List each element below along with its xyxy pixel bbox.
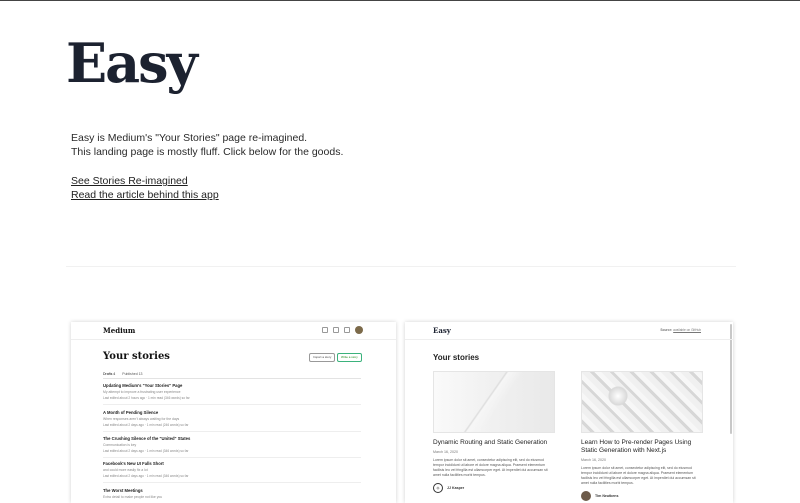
read-article-link[interactable]: Read the article behind this app — [71, 188, 219, 202]
intro-text: Easy is Medium's "Your Stories" page re-… — [71, 131, 343, 159]
card-author: Tim Neutkens — [581, 491, 703, 501]
import-story-button: Import a story — [309, 353, 336, 362]
story-card: Dynamic Routing and Static Generation Ma… — [433, 371, 555, 493]
github-link: available on GitHub — [673, 328, 701, 332]
story-meta: Last edited about 2 hours ago · 1 min re… — [103, 396, 190, 400]
site-logo: Easy — [66, 31, 198, 95]
list-item: A Month of Pending Silence When response… — [103, 410, 361, 432]
medium-tabs: Drafts 4 Published 13 — [103, 372, 143, 376]
card-excerpt: Lorem ipsum dolor sit amet, consectetur … — [433, 458, 548, 477]
medium-header: Medium — [71, 322, 396, 340]
intro-line-1: Easy is Medium's "Your Stories" page re-… — [71, 132, 308, 144]
story-subtitle: Communication is key — [103, 443, 137, 447]
top-border — [0, 0, 800, 1]
bookmark-icon — [333, 327, 339, 333]
scrollbar — [730, 324, 732, 434]
easy-preview-screenshot: Easy Source: available on GitHub Your st… — [405, 322, 733, 503]
list-item: The Worst Meetings Extra detail to make … — [103, 488, 361, 499]
story-meta: Last edited about 2 days ago · 1 min rea… — [103, 423, 189, 427]
bell-icon — [344, 327, 350, 333]
card-image — [581, 371, 703, 433]
section-divider — [66, 266, 736, 267]
story-meta: Last edited about 2 days ago · 1 min rea… — [103, 474, 189, 478]
card-image — [433, 371, 555, 433]
author-avatar: ◇ — [433, 483, 443, 493]
medium-header-icons — [322, 326, 363, 334]
author-name: JJ Kasper — [447, 486, 465, 490]
story-subtitle: and could more easily fix a lot — [103, 468, 148, 472]
story-title: The Worst Meetings — [103, 488, 143, 493]
card-excerpt: Lorem ipsum dolor sit amet, consectetur … — [581, 466, 696, 485]
easy-page-title: Your stories — [433, 353, 480, 362]
link-list: See Stories Re-imagined Read the article… — [71, 174, 219, 202]
list-item: The Crushing Silence of the "United" Sta… — [103, 436, 361, 458]
story-divider — [103, 482, 361, 483]
story-meta: Last edited about 2 days ago · 1 min rea… — [103, 449, 189, 453]
medium-preview-screenshot: Medium Your stories Import a story Write… — [71, 322, 396, 503]
list-item: Facebook's New UI Falls Short and could … — [103, 461, 361, 483]
card-date: March 16, 2020 — [581, 458, 606, 462]
card-title: Dynamic Routing and Static Generation — [433, 439, 548, 446]
write-story-button: Write a story — [337, 353, 362, 362]
story-title: The Crushing Silence of the "United" Sta… — [103, 436, 191, 441]
story-subtitle: My attempt to improve a frustrating user… — [103, 390, 181, 394]
medium-page-title: Your stories — [103, 351, 170, 362]
author-avatar — [581, 491, 591, 501]
card-title: Learn How to Pre-render Pages Using Stat… — [581, 439, 692, 454]
story-card: Learn How to Pre-render Pages Using Stat… — [581, 371, 703, 501]
author-name: Tim Neutkens — [595, 494, 619, 498]
tab-published: Published 13 — [122, 372, 143, 376]
medium-logo: Medium — [103, 326, 136, 335]
story-title: Facebook's New UI Falls Short — [103, 461, 164, 466]
card-author: ◇ JJ Kasper — [433, 483, 555, 493]
story-divider — [103, 457, 361, 458]
see-stories-link[interactable]: See Stories Re-imagined — [71, 174, 219, 188]
story-divider — [103, 404, 361, 405]
list-item: Updating Medium's "Your Stories" Page My… — [103, 383, 361, 405]
story-subtitle: Extra detail to make people not like you — [103, 495, 163, 499]
source-link-text: Source: available on GitHub — [660, 328, 701, 332]
easy-logo: Easy — [433, 326, 451, 335]
card-date: March 16, 2020 — [433, 450, 458, 454]
search-icon — [322, 327, 328, 333]
tabs-underline — [103, 378, 361, 379]
easy-header: Easy Source: available on GitHub — [405, 322, 733, 340]
story-subtitle: When responses aren't always waiting for… — [103, 417, 180, 421]
tab-drafts: Drafts 4 — [103, 372, 116, 376]
story-title: A Month of Pending Silence — [103, 410, 159, 415]
intro-line-2: This landing page is mostly fluff. Click… — [71, 146, 344, 158]
avatar — [355, 326, 363, 334]
source-label: Source: — [660, 328, 673, 332]
story-title: Updating Medium's "Your Stories" Page — [103, 383, 183, 388]
story-divider — [103, 431, 361, 432]
